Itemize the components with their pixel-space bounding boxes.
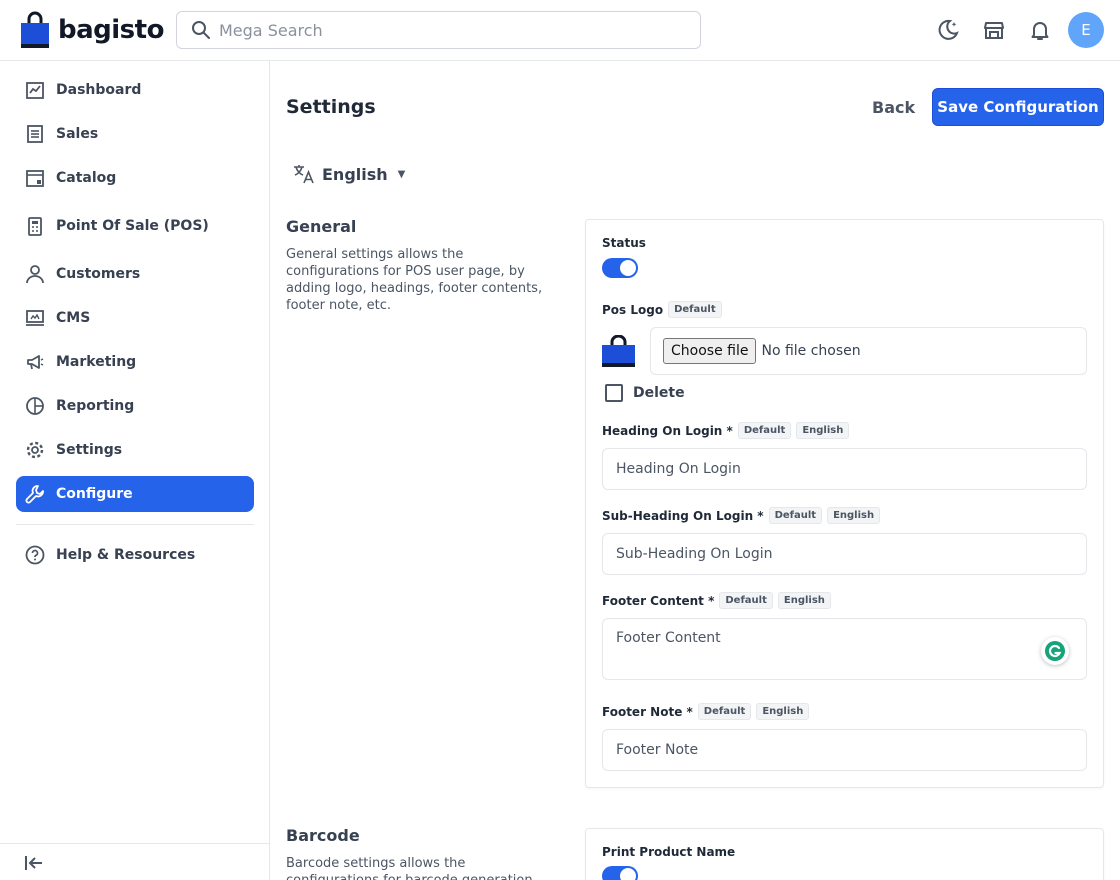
- default-badge: Default: [768, 507, 823, 524]
- sidebar-item-cms[interactable]: CMS: [16, 300, 254, 336]
- sidebar-item-configure[interactable]: Configure: [16, 476, 254, 512]
- notification-bell-icon[interactable]: [1028, 18, 1052, 42]
- print-product-name-label: Print Product Name: [602, 845, 736, 859]
- translate-icon: [294, 165, 314, 184]
- chevron-down-icon: ▼: [397, 168, 406, 180]
- barcode-section-description: Barcode settings allows the configuratio…: [286, 856, 533, 880]
- default-badge: Default: [697, 703, 752, 720]
- status-label: Status: [602, 236, 646, 250]
- sidebar-item-label: Help & Resources: [56, 547, 196, 563]
- sales-icon: [24, 123, 46, 145]
- catalog-icon: [24, 167, 46, 189]
- locale-badge: English: [827, 507, 881, 524]
- footer-content-textarea[interactable]: [602, 618, 1087, 680]
- collapse-sidebar-icon[interactable]: [22, 851, 46, 875]
- sidebar-item-reporting[interactable]: Reporting: [16, 388, 254, 424]
- sidebar-item-label: Marketing: [56, 354, 137, 370]
- sidebar-item-label: Sales: [56, 126, 99, 142]
- shopping-bag-logo-icon: [21, 11, 49, 48]
- reporting-icon: [24, 395, 46, 417]
- user-avatar[interactable]: E: [1068, 12, 1104, 48]
- default-badge: Default: [719, 592, 773, 609]
- sidebar-item-label: CMS: [56, 310, 91, 326]
- help-icon: [24, 544, 46, 566]
- sidebar-item-pos[interactable]: Point Of Sale (POS): [16, 208, 254, 244]
- sidebar-item-help[interactable]: Help & Resources: [16, 537, 254, 573]
- customers-icon: [24, 263, 46, 285]
- heading-on-login-input[interactable]: [602, 448, 1087, 490]
- sidebar-item-label: Reporting: [56, 398, 135, 414]
- sidebar-item-label: Catalog: [56, 170, 117, 186]
- footer-note-label: Footer Note * Default English: [602, 703, 810, 720]
- brand-logo[interactable]: bagisto: [20, 11, 164, 49]
- back-button[interactable]: Back: [862, 88, 925, 126]
- choose-file-button[interactable]: Choose file: [663, 338, 757, 364]
- pos-icon: [24, 215, 46, 237]
- sidebar-item-dashboard[interactable]: Dashboard: [16, 72, 254, 108]
- sidebar-item-marketing[interactable]: Marketing: [16, 344, 254, 380]
- grammarly-icon[interactable]: [1041, 637, 1069, 665]
- sub-heading-on-login-label: Sub-Heading On Login * Default English: [602, 507, 881, 524]
- storefront-icon[interactable]: [982, 18, 1006, 42]
- cms-icon: [24, 307, 46, 329]
- locale-badge: English: [777, 592, 831, 609]
- sub-heading-on-login-input[interactable]: [602, 533, 1087, 575]
- sidebar-item-label: Customers: [56, 266, 141, 282]
- locale-label: English: [322, 164, 388, 184]
- sidebar-divider: [16, 524, 254, 525]
- delete-logo-checkbox[interactable]: [605, 384, 623, 402]
- pos-logo-label: Pos Logo Default: [602, 301, 722, 318]
- dark-mode-icon[interactable]: [936, 18, 960, 42]
- default-badge: Default: [668, 301, 722, 318]
- marketing-icon: [24, 351, 46, 373]
- mega-search-box[interactable]: [176, 11, 701, 49]
- sidebar-item-label: Configure: [56, 486, 133, 502]
- locale-switcher[interactable]: English ▼: [292, 162, 405, 186]
- file-status-text: No file chosen: [761, 343, 861, 359]
- footer-note-input[interactable]: [602, 729, 1087, 771]
- footer-content-label: Footer Content * Default English: [602, 592, 831, 609]
- configure-icon: [24, 483, 46, 505]
- sidebar-item-label: Point Of Sale (POS): [56, 218, 209, 234]
- general-section-title: General: [286, 217, 357, 236]
- delete-logo-row: Delete: [605, 384, 685, 402]
- general-section-description: General settings allows the configuratio…: [286, 247, 543, 313]
- locale-badge: English: [756, 703, 810, 720]
- default-badge: Default: [737, 422, 792, 439]
- sidebar-item-settings[interactable]: Settings: [16, 432, 254, 468]
- print-product-name-toggle[interactable]: [602, 866, 638, 880]
- pos-logo-preview: [602, 335, 635, 367]
- sidebar-footer-divider: [0, 843, 270, 844]
- sidebar: Dashboard Sales Catalog Point Of Sale (P…: [0, 61, 270, 880]
- page-title: Settings: [286, 96, 376, 118]
- search-input[interactable]: [219, 20, 679, 40]
- pos-logo-file-input[interactable]: Choose file No file chosen: [650, 327, 1087, 375]
- sidebar-item-customers[interactable]: Customers: [16, 256, 254, 292]
- save-configuration-button[interactable]: Save Configuration: [932, 88, 1104, 126]
- heading-on-login-label: Heading On Login * Default English: [602, 422, 850, 439]
- barcode-section-title: Barcode: [286, 826, 360, 845]
- brand-name: bagisto: [58, 15, 164, 45]
- dashboard-icon: [24, 79, 46, 101]
- locale-badge: English: [796, 422, 850, 439]
- settings-icon: [24, 439, 46, 461]
- top-header: bagisto E: [0, 0, 1120, 61]
- status-toggle[interactable]: [602, 258, 638, 278]
- sidebar-item-sales[interactable]: Sales: [16, 116, 254, 152]
- sidebar-item-label: Dashboard: [56, 82, 142, 98]
- delete-logo-label: Delete: [633, 385, 685, 401]
- sidebar-item-catalog[interactable]: Catalog: [16, 160, 254, 196]
- search-icon: [192, 21, 210, 39]
- sidebar-item-label: Settings: [56, 442, 123, 458]
